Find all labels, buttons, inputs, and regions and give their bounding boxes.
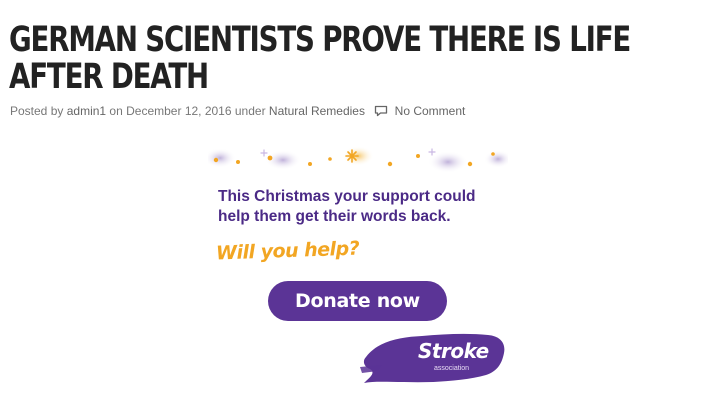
author-link[interactable]: admin1 bbox=[67, 104, 106, 118]
ad-message: This Christmas your support could help t… bbox=[218, 188, 476, 225]
posted-by-label: Posted by bbox=[10, 104, 64, 118]
post-meta: Posted by admin1 on December 12, 2016 un… bbox=[10, 104, 465, 118]
donate-now-button[interactable]: Donate now bbox=[268, 281, 447, 321]
brand-name: Stroke bbox=[418, 339, 489, 363]
ad-call-to-action: Will you help? bbox=[215, 237, 360, 265]
festive-lights-decoration bbox=[208, 144, 508, 180]
post-title: GERMAN SCIENTISTS PROVE THERE IS LIFE AF… bbox=[9, 20, 631, 97]
on-label: on bbox=[109, 104, 123, 118]
comments-link[interactable]: No Comment bbox=[395, 104, 466, 118]
post-date: December 12, 2016 bbox=[126, 104, 232, 118]
brand-sub: association bbox=[434, 365, 470, 372]
stroke-association-logo[interactable]: Stroke association bbox=[360, 327, 508, 389]
stroke-association-ad[interactable]: This Christmas your support could help t… bbox=[208, 144, 508, 402]
category-link[interactable]: Natural Remedies bbox=[269, 104, 365, 118]
comment-icon bbox=[375, 105, 388, 117]
snowflake-icon bbox=[345, 149, 359, 163]
under-label: under bbox=[234, 104, 266, 118]
